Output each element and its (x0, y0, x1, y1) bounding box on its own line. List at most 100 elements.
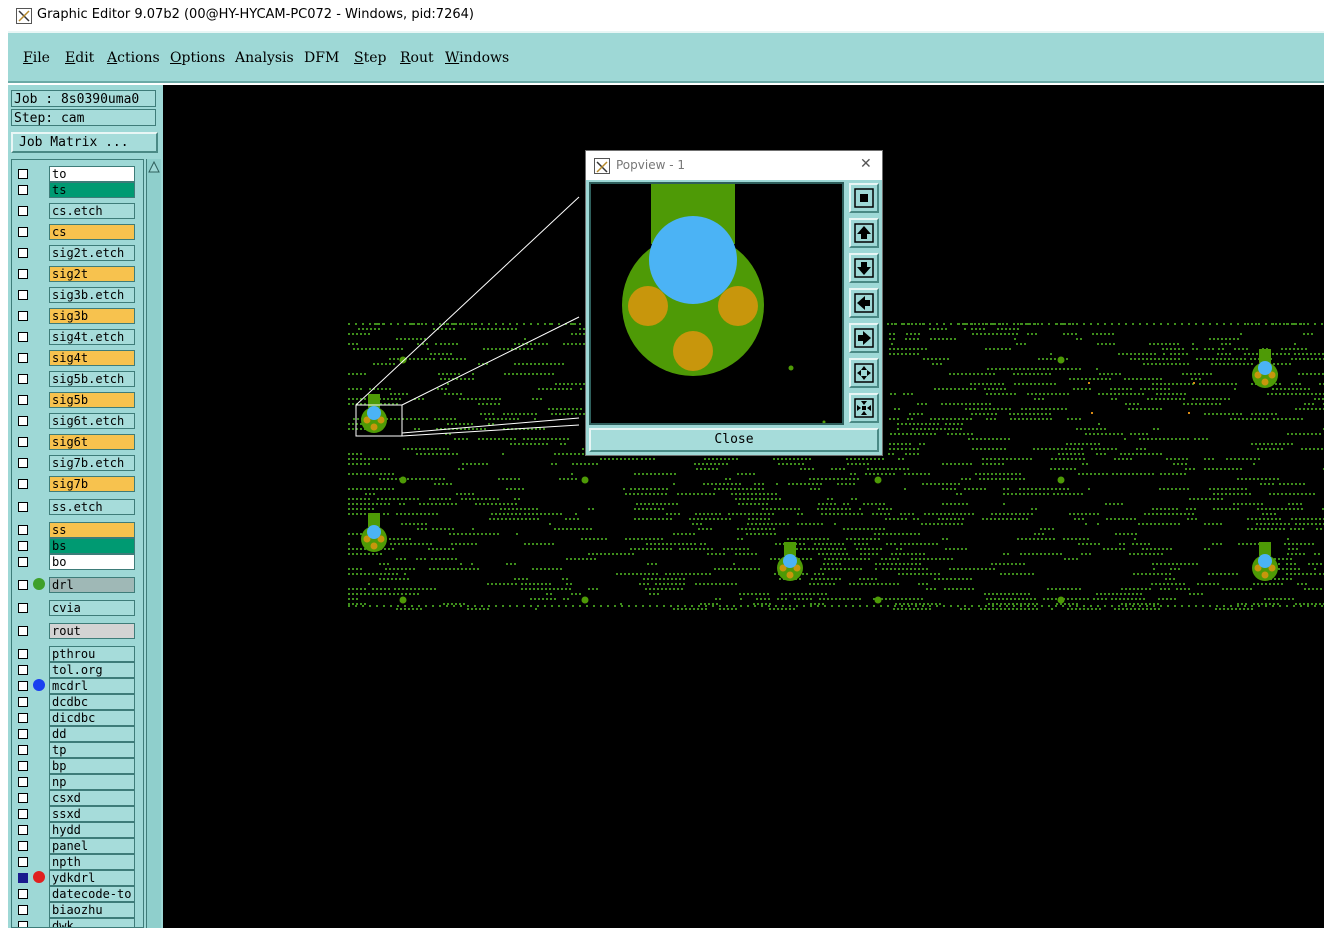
layer-row-mcdrl[interactable]: mcdrl (12, 678, 143, 694)
layer-row-sig5b-etch[interactable]: sig5b.etch (12, 371, 143, 387)
layer-checkbox[interactable] (18, 332, 28, 342)
layer-checkbox[interactable] (18, 841, 28, 851)
layer-checkbox[interactable] (18, 681, 28, 691)
layer-name[interactable]: sig2t (49, 266, 135, 282)
layer-checkbox[interactable] (18, 353, 28, 363)
popview-zoom-view[interactable] (589, 182, 844, 425)
layer-row-ssxd[interactable]: ssxd (12, 806, 143, 822)
layer-row-ss[interactable]: ss (12, 522, 143, 538)
layer-name[interactable]: np (49, 774, 135, 790)
layer-name[interactable]: ts (49, 182, 135, 198)
layer-name[interactable]: sig4t (49, 350, 135, 366)
layer-row-bp[interactable]: bp (12, 758, 143, 774)
pan-down-button[interactable] (849, 253, 879, 283)
layer-checkbox[interactable] (18, 580, 28, 590)
layer-name[interactable]: sig3b.etch (49, 287, 135, 303)
layer-name[interactable]: panel (49, 838, 135, 854)
layer-row-drl[interactable]: drl (12, 577, 143, 593)
layer-row-sig3b[interactable]: sig3b (12, 308, 143, 324)
layer-checkbox[interactable] (18, 525, 28, 535)
layer-checkbox[interactable] (18, 825, 28, 835)
layer-row-cs[interactable]: cs (12, 224, 143, 240)
layer-checkbox[interactable] (18, 311, 28, 321)
menu-dfm[interactable]: DFM (304, 50, 339, 66)
layer-name[interactable]: sig5b (49, 392, 135, 408)
layer-checkbox[interactable] (18, 557, 28, 567)
layer-checkbox[interactable] (18, 269, 28, 279)
layer-row-ss-etch[interactable]: ss.etch (12, 499, 143, 515)
layer-name[interactable]: sig3b (49, 308, 135, 324)
layer-checkbox[interactable] (18, 793, 28, 803)
layer-checkbox[interactable] (18, 227, 28, 237)
menu-analysis[interactable]: Analysis (235, 50, 294, 66)
menu-windows[interactable]: Windows (445, 50, 509, 66)
layer-name[interactable]: dcdbc (49, 694, 135, 710)
zoom-out-button[interactable] (849, 358, 879, 388)
pan-up-button[interactable] (849, 218, 879, 248)
layer-checkbox[interactable] (18, 761, 28, 771)
layer-checkbox[interactable] (18, 809, 28, 819)
layer-row-ydkdrl[interactable]: ydkdrl (12, 870, 143, 886)
layer-name[interactable]: pthrou (49, 646, 135, 662)
layer-checkbox[interactable] (18, 541, 28, 551)
layer-name[interactable]: tol.org (49, 662, 135, 678)
layer-row-tol-org[interactable]: tol.org (12, 662, 143, 678)
job-matrix-button[interactable]: Job Matrix ... (11, 132, 158, 153)
layer-checkbox[interactable] (18, 745, 28, 755)
layer-checkbox[interactable] (18, 626, 28, 636)
layer-row-pthrou[interactable]: pthrou (12, 646, 143, 662)
layer-row-sig7b[interactable]: sig7b (12, 476, 143, 492)
layer-row-bo[interactable]: bo (12, 554, 143, 570)
layer-checkbox[interactable] (18, 857, 28, 867)
layer-row-sig6t[interactable]: sig6t (12, 434, 143, 450)
layer-name[interactable]: ssxd (49, 806, 135, 822)
layer-checkbox[interactable] (18, 206, 28, 216)
layer-name[interactable]: hydd (49, 822, 135, 838)
zoom-in-button[interactable] (849, 393, 879, 423)
layer-checkbox[interactable] (18, 248, 28, 258)
layer-checkbox[interactable] (18, 777, 28, 787)
layer-row-dwk[interactable]: dwk (12, 918, 143, 927)
layer-row-sig6t-etch[interactable]: sig6t.etch (12, 413, 143, 429)
layer-row-sig5b[interactable]: sig5b (12, 392, 143, 408)
layer-checkbox[interactable] (18, 697, 28, 707)
layer-list-scrollbar[interactable] (146, 159, 161, 928)
menu-edit[interactable]: Edit (65, 50, 94, 66)
layer-name[interactable]: tp (49, 742, 135, 758)
popview-close-icon[interactable]: ✕ (860, 156, 872, 172)
layer-name[interactable]: bs (49, 538, 135, 554)
layer-name[interactable]: ss.etch (49, 499, 135, 515)
menu-actions[interactable]: Actions (107, 50, 160, 66)
layer-checkbox[interactable] (18, 873, 28, 883)
layer-name[interactable]: ydkdrl (49, 870, 135, 886)
layer-name[interactable]: biaozhu (49, 902, 135, 918)
layer-row-panel[interactable]: panel (12, 838, 143, 854)
layer-name[interactable]: to (49, 166, 135, 182)
layer-checkbox[interactable] (18, 603, 28, 613)
layer-name[interactable]: dicdbc (49, 710, 135, 726)
layer-checkbox[interactable] (18, 921, 28, 927)
layer-row-cvia[interactable]: cvia (12, 600, 143, 616)
layer-row-dicdbc[interactable]: dicdbc (12, 710, 143, 726)
layer-name[interactable]: sig4t.etch (49, 329, 135, 345)
layer-checkbox[interactable] (18, 169, 28, 179)
layer-name[interactable]: dd (49, 726, 135, 742)
layer-name[interactable]: bp (49, 758, 135, 774)
layer-row-sig3b-etch[interactable]: sig3b.etch (12, 287, 143, 303)
layer-row-tp[interactable]: tp (12, 742, 143, 758)
layer-row-biaozhu[interactable]: biaozhu (12, 902, 143, 918)
layer-checkbox[interactable] (18, 905, 28, 915)
layer-checkbox[interactable] (18, 479, 28, 489)
layer-checkbox[interactable] (18, 185, 28, 195)
layer-name[interactable]: sig2t.etch (49, 245, 135, 261)
layer-checkbox[interactable] (18, 416, 28, 426)
layer-row-hydd[interactable]: hydd (12, 822, 143, 838)
layer-row-sig2t[interactable]: sig2t (12, 266, 143, 282)
layer-row-datecode-to[interactable]: datecode-to (12, 886, 143, 902)
layer-row-sig4t[interactable]: sig4t (12, 350, 143, 366)
layer-name[interactable]: rout (49, 623, 135, 639)
layer-name[interactable]: cvia (49, 600, 135, 616)
layer-name[interactable]: cs (49, 224, 135, 240)
layer-checkbox[interactable] (18, 649, 28, 659)
zoom-fit-button[interactable] (849, 183, 879, 213)
